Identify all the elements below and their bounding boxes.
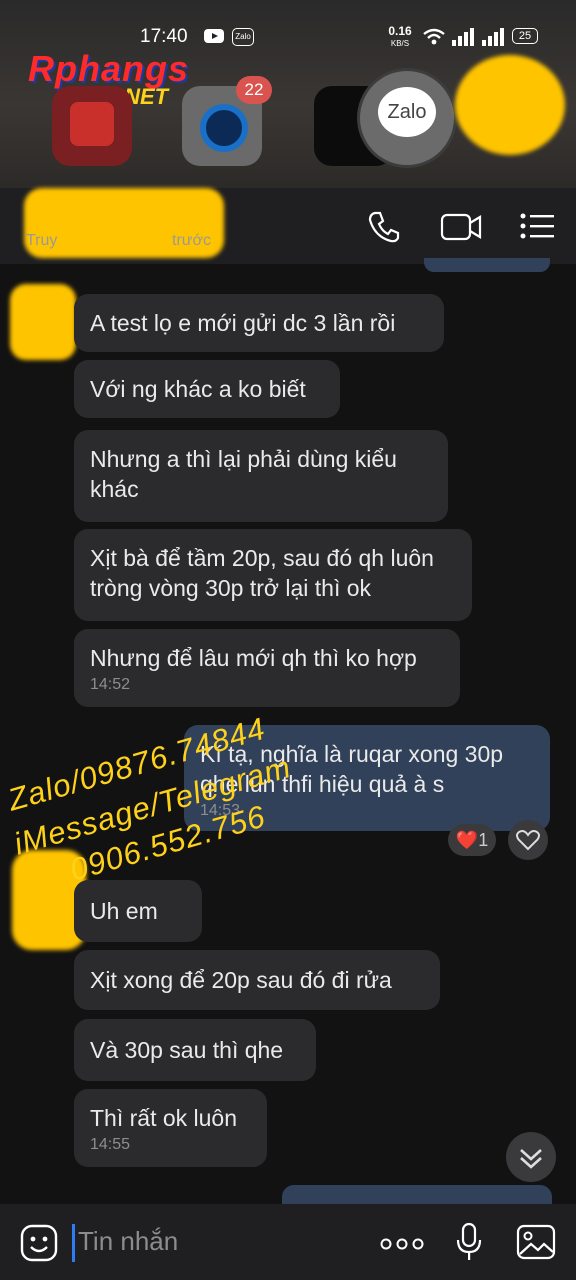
- reaction-count: 1: [478, 830, 489, 850]
- incoming-message[interactable]: Uh em: [74, 880, 202, 942]
- incoming-message[interactable]: Và 30p sau thì qhe: [74, 1019, 316, 1081]
- message-text: Nhưng để lâu mới qh thì ko hợp: [90, 645, 417, 671]
- incoming-message[interactable]: Thì rất ok luôn 14:55: [74, 1089, 267, 1167]
- message-text: A test lọ e mới gửi dc 3 lần rồi: [90, 310, 396, 336]
- wifi-icon: [422, 28, 446, 46]
- message-text: Và 30p sau thì qhe: [90, 1037, 284, 1063]
- message-list[interactable]: A test lọ e mới gửi dc 3 lần rồi Với ng …: [0, 258, 576, 1205]
- next-outgoing-bubble-edge: [282, 1185, 552, 1205]
- mic-icon[interactable]: [456, 1222, 482, 1262]
- status-time: 17:40: [140, 26, 188, 47]
- lens-icon: [200, 104, 248, 152]
- heart-reaction-icon: ❤️: [455, 830, 479, 850]
- message-text: Với ng khác a ko biết: [90, 376, 306, 402]
- last-seen-suffix: trước: [172, 232, 211, 249]
- phone-icon[interactable]: [367, 210, 401, 244]
- more-icon[interactable]: [380, 1238, 424, 1250]
- incoming-message[interactable]: Nhưng để lâu mới qh thì ko hợp 14:52: [74, 629, 460, 707]
- chat-header: Truy trước: [0, 188, 576, 264]
- zalo-notification-icon: Zalo: [232, 28, 254, 46]
- message-text: Thì rất ok luôn: [90, 1105, 238, 1131]
- signal-icon-2: [482, 28, 504, 46]
- message-time: 14:52: [90, 676, 131, 693]
- sticker-icon[interactable]: [20, 1224, 58, 1262]
- wps-icon: [70, 102, 114, 146]
- message-input[interactable]: Tin nhắn: [78, 1226, 178, 1257]
- zalo-chat-head[interactable]: Zalo: [357, 68, 457, 168]
- incoming-message[interactable]: Nhưng a thì lại phải dùng kiểu khác: [74, 430, 448, 522]
- text-cursor: [72, 1224, 75, 1262]
- incoming-message[interactable]: Xịt bà để tầm 20p, sau đó qh luôn tròng …: [74, 529, 472, 621]
- message-text: Xịt xong để 20p sau đó đi rửa: [90, 967, 392, 993]
- image-icon[interactable]: [516, 1224, 556, 1260]
- message-composer: Tin nhắn: [0, 1204, 576, 1280]
- incoming-message[interactable]: A test lọ e mới gửi dc 3 lần rồi: [74, 294, 444, 352]
- message-text: Xịt bà để tầm 20p, sau đó qh luôn tròng …: [90, 545, 434, 601]
- reaction-chip[interactable]: ❤️1: [448, 824, 496, 856]
- incoming-message[interactable]: Xịt xong để 20p sau đó đi rửa: [74, 950, 440, 1010]
- video-call-icon[interactable]: [440, 212, 482, 242]
- heart-icon[interactable]: [508, 820, 548, 860]
- privacy-blur: [455, 55, 565, 155]
- incoming-message[interactable]: Với ng khác a ko biết: [74, 360, 340, 418]
- previous-outgoing-bubble-edge: [424, 258, 550, 272]
- last-seen-prefix: Truy: [26, 232, 58, 249]
- message-time: 14:55: [90, 1136, 131, 1153]
- signal-icon: [452, 28, 474, 46]
- battery-icon: 25: [512, 28, 538, 44]
- message-text: Uh em: [90, 898, 158, 924]
- wps-app-icon[interactable]: [52, 86, 132, 166]
- message-text: Nhưng a thì lại phải dùng kiểu khác: [90, 446, 397, 502]
- notification-badge: 22: [236, 76, 272, 104]
- menu-icon[interactable]: [520, 212, 554, 240]
- scroll-down-icon[interactable]: [506, 1132, 556, 1182]
- avatar-blur: [10, 284, 76, 360]
- net-speed: 0.16 KB/S: [388, 24, 412, 48]
- zalo-logo: Zalo: [378, 87, 436, 137]
- youtube-icon: [204, 28, 224, 44]
